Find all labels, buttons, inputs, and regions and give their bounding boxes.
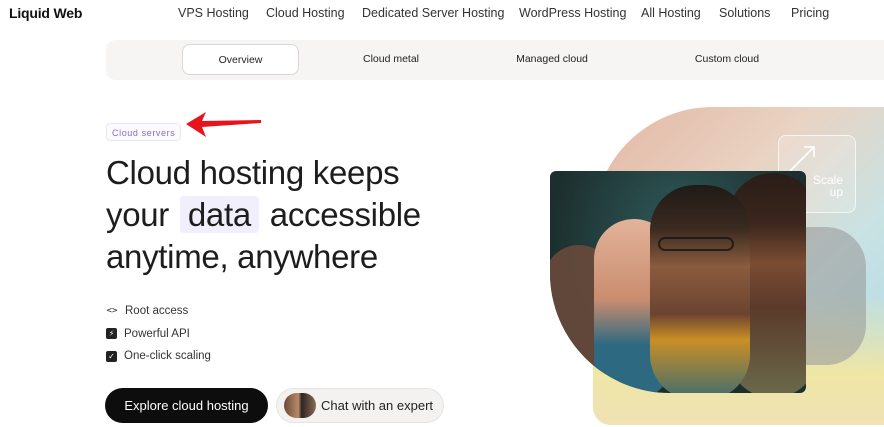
tab-custom-cloud[interactable]: Custom cloud <box>682 44 772 75</box>
nav-item-all-hosting[interactable]: All Hosting <box>641 6 701 20</box>
tab-cloud-metal[interactable]: Cloud metal <box>346 44 436 75</box>
checkbox-icon: ✓ <box>106 350 117 362</box>
headline-highlight-data: data <box>179 196 259 233</box>
feature-label: Root access <box>125 305 189 318</box>
nav-item-wordpress-hosting[interactable]: WordPress Hosting <box>519 6 626 20</box>
headline-line-3: anytime, anywhere <box>106 238 378 275</box>
feature-list: <> Root access ⚡ Powerful API ✓ One-clic… <box>106 300 211 368</box>
explore-cloud-hosting-button[interactable]: Explore cloud hosting <box>105 388 268 423</box>
feature-item-powerful-api: ⚡ Powerful API <box>106 323 211 346</box>
nav-item-pricing[interactable]: Pricing <box>791 6 829 20</box>
top-navigation: VPS Hosting Cloud Hosting Dedicated Serv… <box>0 6 884 22</box>
hero-headline: Cloud hosting keeps your data accessible… <box>106 152 506 278</box>
eyeglasses <box>658 237 734 251</box>
headline-line-2: your data accessible <box>106 194 506 236</box>
person-figure <box>650 185 750 393</box>
tab-managed-cloud[interactable]: Managed cloud <box>502 44 602 75</box>
diagonal-arrow-icon <box>789 146 815 172</box>
nav-item-dedicated-server-hosting[interactable]: Dedicated Server Hosting <box>362 6 504 20</box>
nav-item-solutions[interactable]: Solutions <box>719 6 770 20</box>
feature-item-root-access: <> Root access <box>106 300 211 323</box>
nav-item-vps-hosting[interactable]: VPS Hosting <box>178 6 249 20</box>
annotation-arrow-icon <box>186 112 261 137</box>
headline-word-accessible: accessible <box>269 196 421 233</box>
headline-line-1: Cloud hosting keeps <box>106 154 400 191</box>
headline-word-your: your <box>106 196 169 233</box>
scale-up-label: Scale up <box>813 174 843 198</box>
hero-visual: Scale up <box>550 105 884 427</box>
product-subnav: Overview Cloud metal Managed cloud Custo… <box>106 40 884 80</box>
cloud-servers-badge: Cloud servers <box>106 123 182 141</box>
feature-label: Powerful API <box>124 327 190 340</box>
chat-button-label: Chat with an expert <box>321 398 434 413</box>
nav-item-cloud-hosting[interactable]: Cloud Hosting <box>266 6 345 20</box>
team-photo <box>550 171 806 393</box>
scale-up-label-line-2: up <box>829 185 843 199</box>
code-icon: <> <box>106 306 118 317</box>
chat-with-expert-button[interactable]: Chat with an expert <box>276 388 444 423</box>
expert-avatar <box>284 393 316 418</box>
bolt-icon: ⚡ <box>106 328 117 340</box>
tab-overview[interactable]: Overview <box>182 44 299 75</box>
feature-item-one-click-scaling: ✓ One-click scaling <box>106 345 211 368</box>
feature-label: One-click scaling <box>124 350 211 363</box>
